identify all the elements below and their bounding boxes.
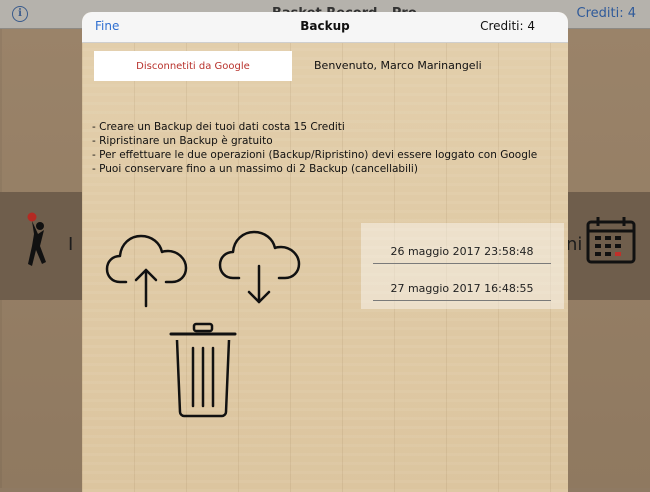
divider [373,300,551,301]
backup-modal: Fine Backup Crediti: 4 Disconnetiti da G… [82,12,568,492]
cloud-download-icon[interactable] [217,226,303,304]
welcome-text: Benvenuto, Marco Marinangeli [314,59,482,72]
info-icon[interactable]: i [12,6,28,22]
backup-list-item[interactable]: 27 maggio 2017 16:48:55 [373,282,551,301]
background-partial-text-left: I [68,234,74,255]
modal-header: Fine Backup Crediti: 4 [82,12,568,43]
backup-date: 27 maggio 2017 16:48:55 [390,282,534,295]
backup-date: 26 maggio 2017 23:58:48 [390,245,534,258]
trash-icon[interactable] [168,322,238,418]
backup-list: 26 maggio 2017 23:58:48 27 maggio 2017 1… [361,223,564,309]
disconnect-google-button[interactable]: Disconnetiti da Google [94,51,292,81]
background-partial-text-right: ni [566,234,583,255]
backup-list-item[interactable]: 26 maggio 2017 23:58:48 [373,245,551,264]
basketball-player-icon [27,212,46,266]
calendar-icon[interactable] [586,216,636,264]
cloud-upload-icon[interactable] [104,230,190,308]
info-line: - Ripristinare un Backup è gratuito [92,135,273,147]
info-line: - Puoi conservare fino a un massimo di 2… [92,163,418,175]
divider [373,263,551,264]
info-line: - Creare un Backup dei tuoi dati costa 1… [92,121,345,133]
info-list: - Creare un Backup dei tuoi dati costa 1… [92,120,537,176]
background-credits: Crediti: 4 [576,6,637,21]
modal-credits: Crediti: 4 [480,19,535,33]
info-line: - Per effettuare le due operazioni (Back… [92,149,538,161]
